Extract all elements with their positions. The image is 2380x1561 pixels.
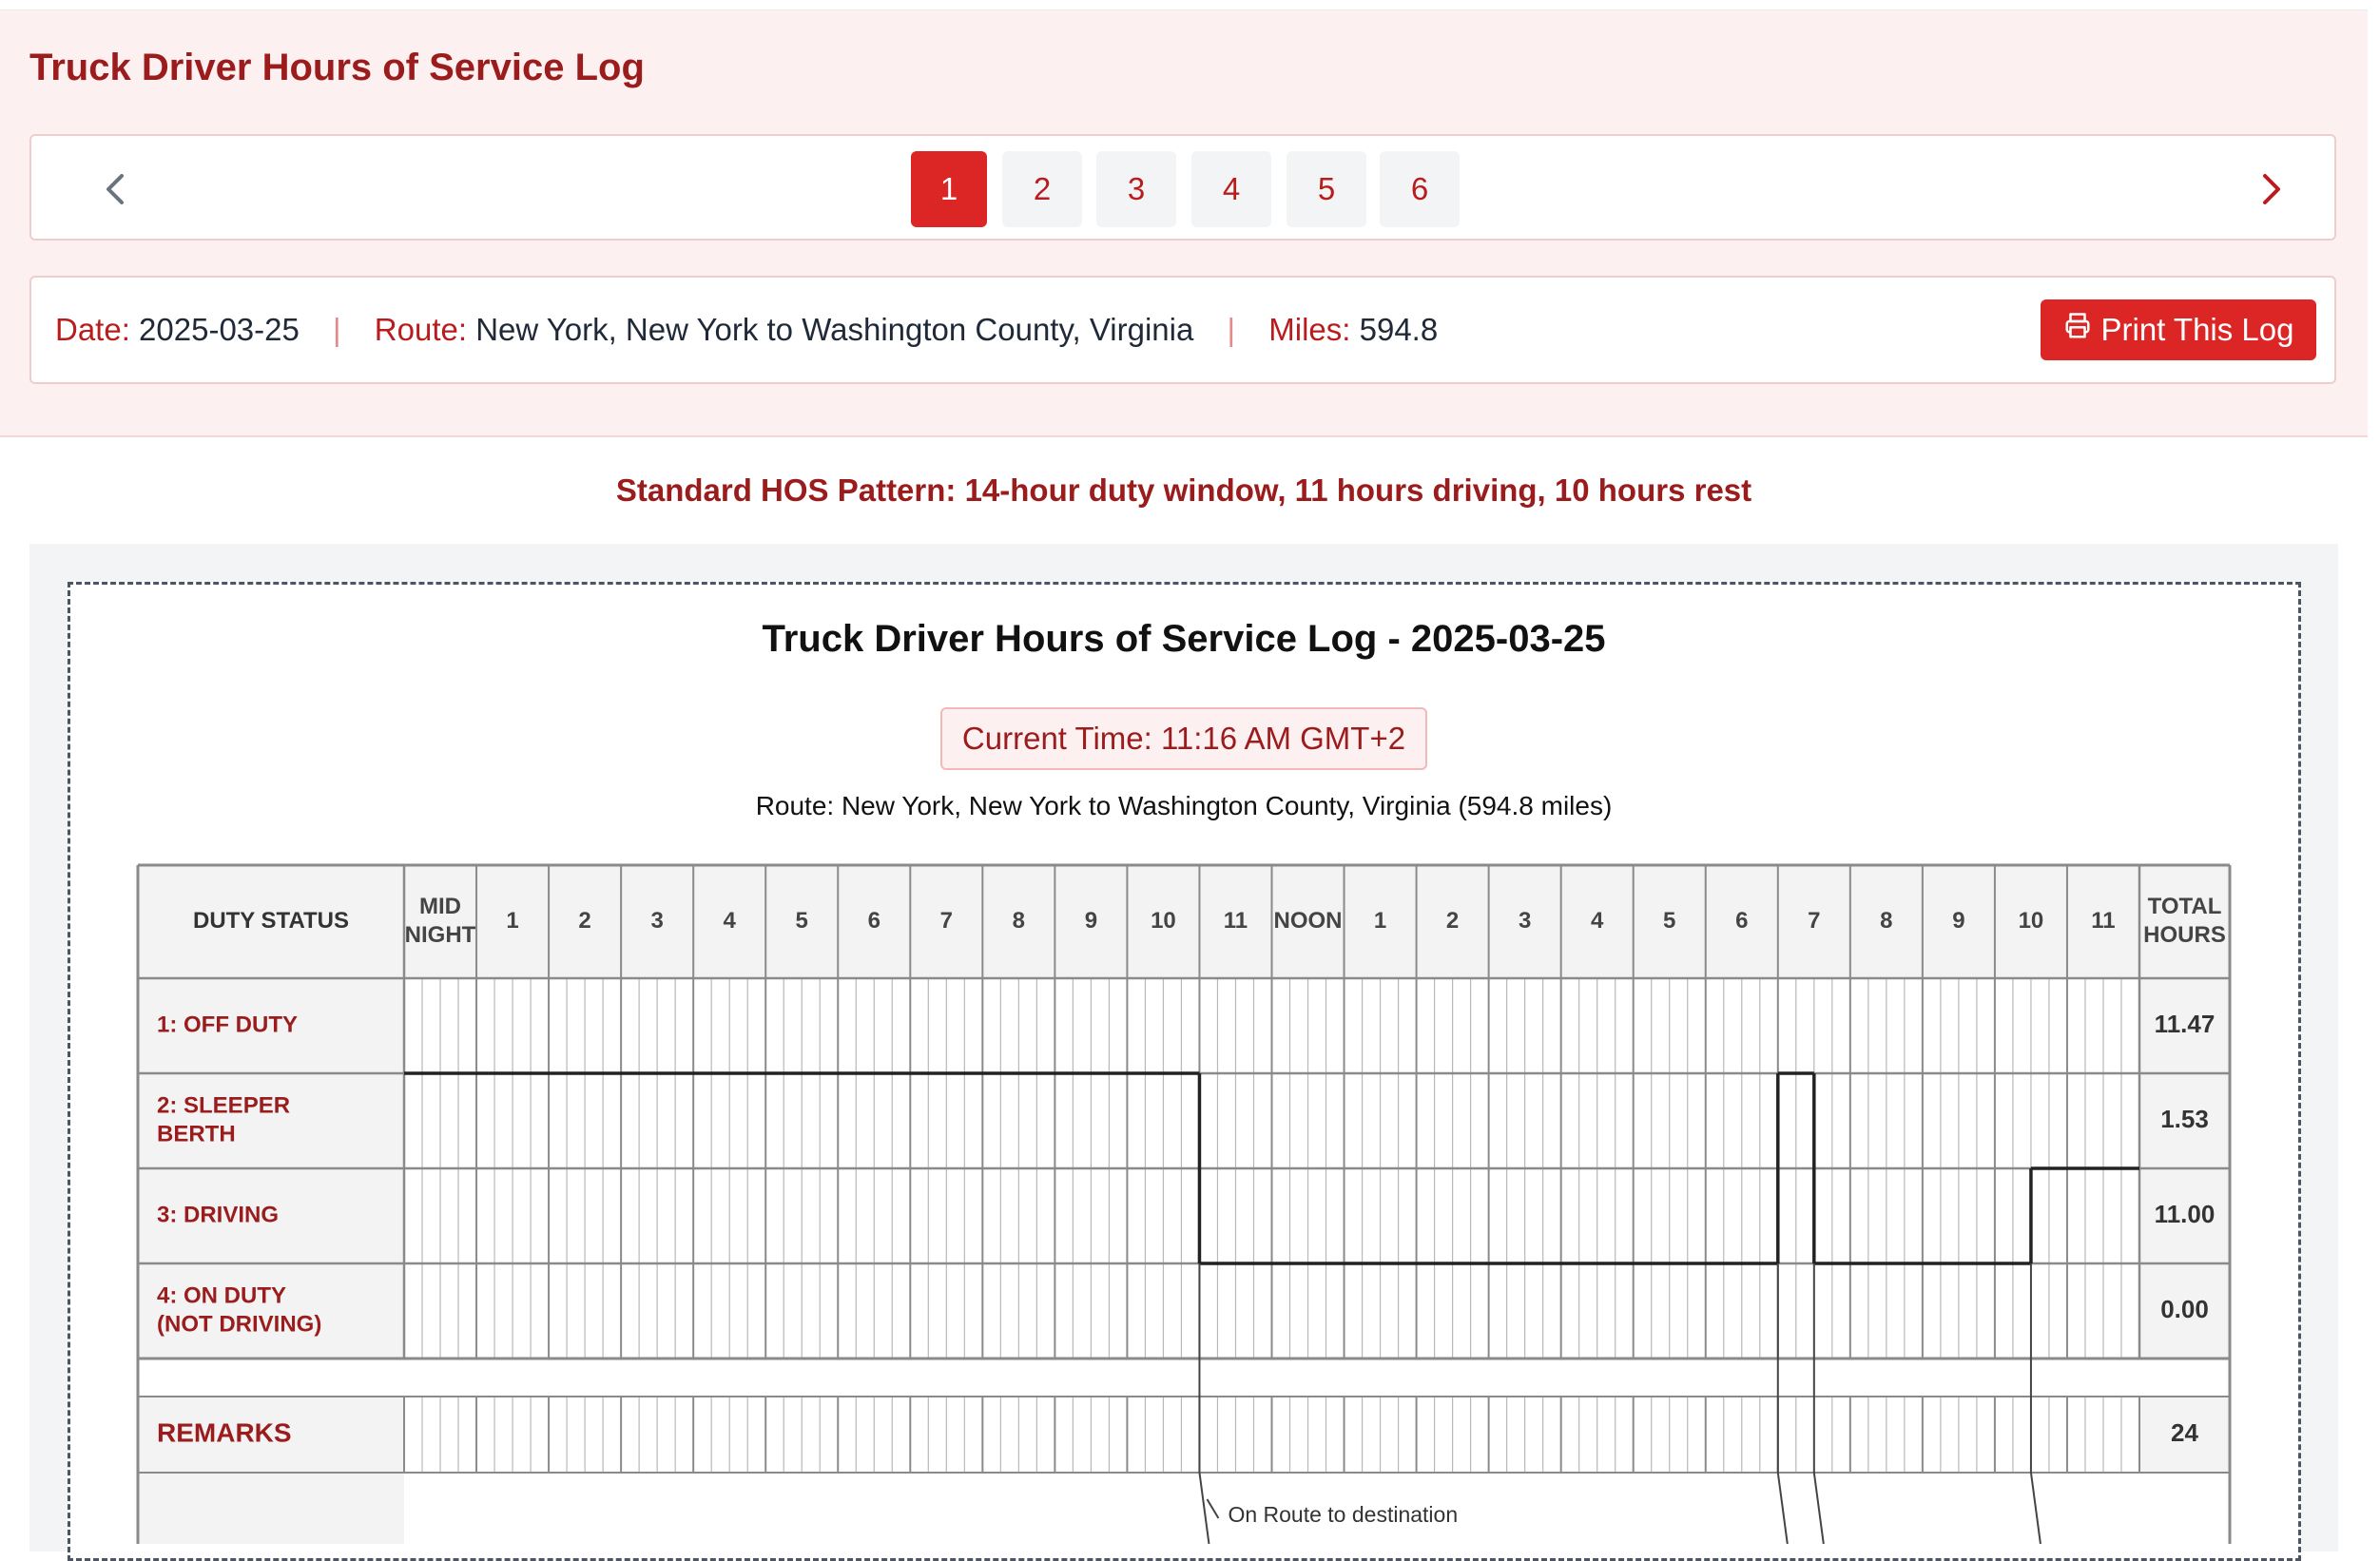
- remark-pointer: [1206, 1498, 1220, 1519]
- hour-label: 8: [1880, 908, 1892, 934]
- hour-label: 2: [578, 908, 590, 934]
- hour-label: 11: [1224, 908, 1248, 934]
- hour-label: MID: [419, 894, 461, 919]
- hour-label: 3: [650, 908, 663, 934]
- hour-label: NOON: [1274, 908, 1343, 934]
- remark-text: On Route to destination: [1228, 1502, 1458, 1527]
- hour-label: 6: [868, 908, 880, 934]
- duty-row-total: 1.53: [2160, 1105, 2209, 1133]
- hour-label: 1: [506, 908, 518, 934]
- hour-label: 7: [1808, 908, 1820, 934]
- duty-row-total: 0.00: [2160, 1295, 2209, 1323]
- duty-row-label: 3: DRIVING: [157, 1202, 279, 1227]
- hour-label: 5: [1663, 908, 1675, 934]
- hour-label: 3: [1519, 908, 1531, 934]
- duty-status-header: DUTY STATUS: [193, 908, 349, 934]
- hour-label: 1: [1374, 908, 1386, 934]
- total-hours-header: TOTAL: [2148, 894, 2222, 919]
- hos-log-grid: DUTY STATUS MID NIGHT 1 2 3 4 5 6 7 8 9 10 11 NOON 1 2 3 4…: [136, 863, 2232, 1544]
- hour-label: 9: [1952, 908, 1964, 934]
- hour-label: NIGHT: [405, 922, 476, 948]
- remarks-total: 24: [2171, 1418, 2198, 1447]
- hour-label: 8: [1013, 908, 1025, 934]
- total-hours-header: HOURS: [2143, 922, 2226, 948]
- hour-label: 11: [2091, 908, 2115, 934]
- hour-label: 7: [940, 908, 953, 934]
- remark-leader: [2029, 1472, 2041, 1544]
- remark-leader: [1776, 1472, 1789, 1544]
- remark-leader: [1198, 1472, 1210, 1544]
- duty-row-label: BERTH: [157, 1121, 236, 1147]
- duty-row-label: (NOT DRIVING): [157, 1311, 321, 1337]
- hour-label: 4: [1591, 908, 1604, 934]
- duty-row-total: 11.47: [2155, 1010, 2216, 1038]
- hour-label: 9: [1085, 908, 1097, 934]
- duty-row-label: 4: ON DUTY: [157, 1282, 286, 1308]
- duty-row-label: 2: SLEEPER: [157, 1092, 290, 1118]
- remark-leader: [1812, 1472, 1825, 1544]
- duty-row-label: 1: OFF DUTY: [157, 1012, 298, 1037]
- hour-label: 2: [1446, 908, 1459, 934]
- hour-label: 5: [796, 908, 808, 934]
- hour-label: 6: [1735, 908, 1748, 934]
- hour-label: 10: [2019, 908, 2044, 934]
- hour-label: 10: [1151, 908, 1176, 934]
- remarks-label: REMARKS: [157, 1417, 292, 1447]
- hour-label: 4: [724, 908, 737, 934]
- duty-row-total: 11.00: [2155, 1200, 2216, 1228]
